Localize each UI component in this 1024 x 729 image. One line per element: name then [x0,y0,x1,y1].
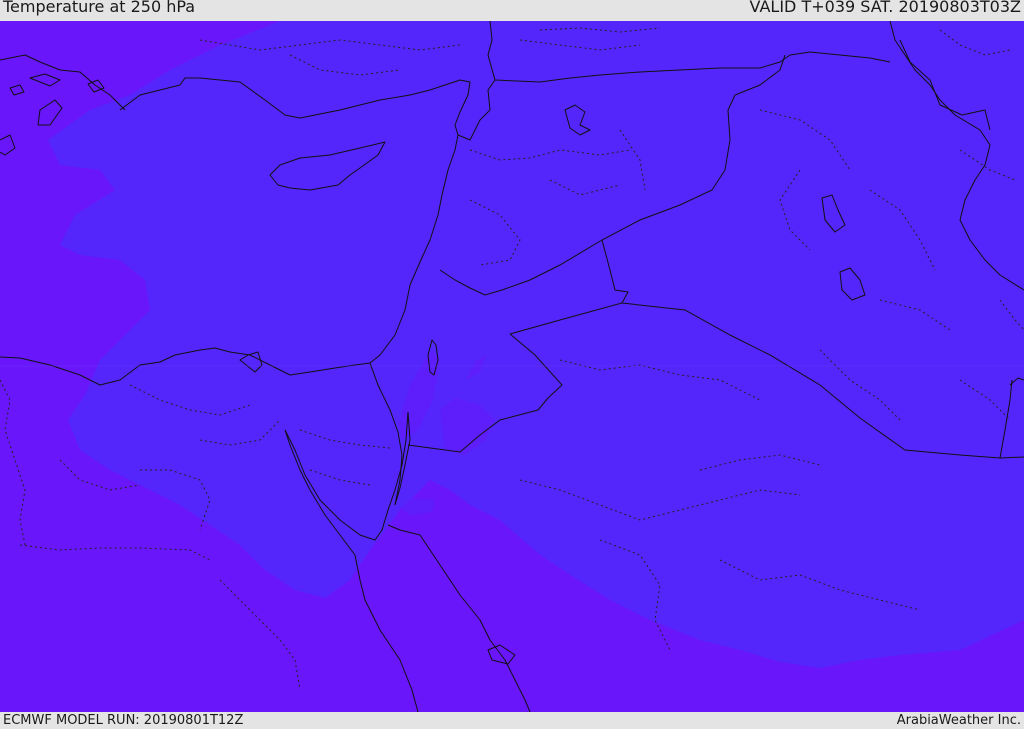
credit-label: ArabiaWeather Inc. [896,713,1021,728]
valid-time-label: VALID T+039 SAT. 20190803T03Z [749,0,1021,16]
temperature-map[interactable] [0,21,1024,712]
footer-bar: ECMWF MODEL RUN: 20190801T12Z ArabiaWeat… [0,712,1024,729]
map-frame: Temperature at 250 hPa VALID T+039 SAT. … [0,0,1024,729]
map-title: Temperature at 250 hPa [3,0,196,16]
header-bar: Temperature at 250 hPa VALID T+039 SAT. … [0,0,1024,21]
map-canvas [0,21,1024,712]
model-run-label: ECMWF MODEL RUN: 20190801T12Z [3,713,244,728]
